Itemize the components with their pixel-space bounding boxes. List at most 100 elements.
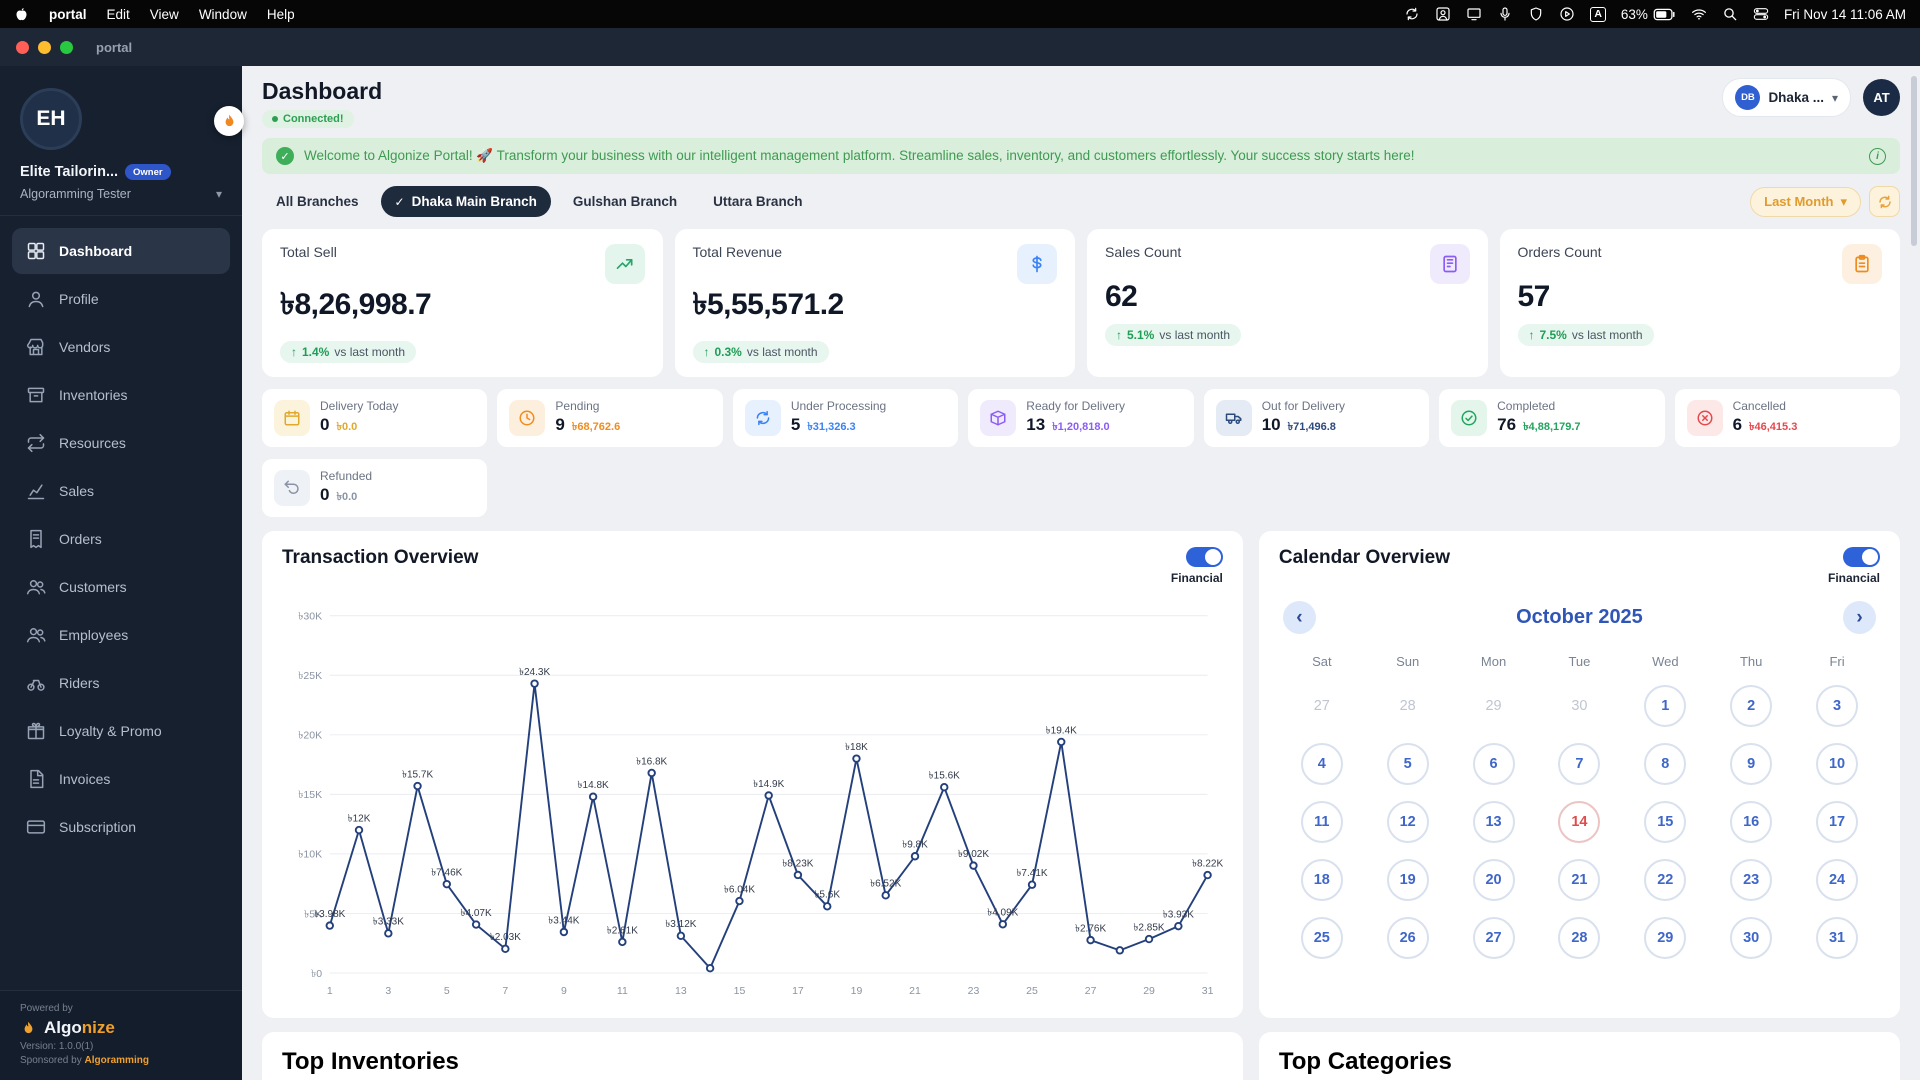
calendar-day[interactable]: 4 — [1300, 743, 1343, 785]
svg-text:11: 11 — [617, 985, 628, 997]
org-avatar[interactable]: EH — [20, 88, 82, 150]
sidebar-item-resources[interactable]: Resources — [12, 420, 230, 466]
sidebar-item-customers[interactable]: Customers — [12, 564, 230, 610]
calendar-day[interactable]: 5 — [1386, 743, 1429, 785]
account-switcher[interactable]: Algoramming Tester ▾ — [20, 187, 222, 201]
calendar-day[interactable]: 13 — [1472, 801, 1515, 843]
sidebar-profile: EH Elite Tailorin... Owner Algoramming T… — [0, 66, 242, 216]
branch-selector-dropdown[interactable]: DB Dhaka ... ▾ — [1722, 78, 1851, 117]
calendar-prev-button[interactable]: ‹ — [1282, 601, 1316, 634]
user-box-icon[interactable] — [1435, 6, 1451, 22]
calendar-day[interactable]: 29 — [1644, 917, 1687, 959]
play-circle-icon[interactable] — [1559, 6, 1575, 22]
svg-text:৳19.4K: ৳19.4K — [1046, 725, 1077, 736]
info-icon[interactable]: i — [1869, 147, 1886, 165]
close-button[interactable] — [16, 40, 29, 54]
svg-text:15: 15 — [734, 985, 746, 997]
calendar-overview-panel: Calendar Overview Financial ‹ October 20… — [1258, 531, 1900, 1018]
calendar-day[interactable]: 22 — [1644, 859, 1687, 901]
calendar-day[interactable]: 27 — [1472, 917, 1515, 959]
sidebar-item-inventories[interactable]: Inventories — [12, 372, 230, 418]
financial-toggle[interactable] — [1843, 547, 1880, 567]
display-icon[interactable] — [1466, 6, 1482, 22]
input-source-icon[interactable]: A — [1590, 6, 1606, 22]
minimize-button[interactable] — [38, 40, 51, 54]
sidebar-collapse-button[interactable] — [214, 106, 244, 136]
calendar-day[interactable]: 1 — [1644, 685, 1687, 727]
calendar-next-button[interactable]: › — [1843, 601, 1876, 634]
refresh-button[interactable] — [1869, 186, 1900, 217]
calendar-day[interactable]: 11 — [1300, 801, 1343, 843]
branch-tabs-row: All Branches ✓ Dhaka Main Branch Gulshan … — [262, 186, 1900, 217]
svg-text:23: 23 — [968, 985, 980, 997]
calendar-day[interactable]: 23 — [1730, 859, 1773, 901]
calendar-day[interactable]: 16 — [1730, 801, 1773, 843]
status-card-pending: Pending 9 ৳68,762.6 — [497, 389, 723, 447]
branch-tab-gulshan-branch[interactable]: Gulshan Branch — [559, 186, 691, 217]
calendar-day[interactable]: 18 — [1300, 859, 1343, 901]
calendar-day[interactable]: 12 — [1386, 801, 1429, 843]
scrollbar[interactable] — [1911, 76, 1917, 246]
calendar-day[interactable]: 21 — [1558, 859, 1601, 901]
battery-indicator[interactable]: 63% — [1621, 7, 1676, 22]
control-center-icon[interactable] — [1753, 6, 1769, 22]
app-menu[interactable]: portal — [49, 7, 87, 22]
calendar-day[interactable]: 31 — [1816, 917, 1859, 959]
branch-tab-all-branches[interactable]: All Branches — [262, 186, 373, 217]
calendar-day[interactable]: 20 — [1472, 859, 1515, 901]
menu-item-window[interactable]: Window — [199, 7, 247, 22]
sidebar-item-employees[interactable]: Employees — [12, 612, 230, 658]
apple-menu-icon[interactable] — [14, 6, 29, 23]
calendar-day[interactable]: 3 — [1816, 685, 1859, 727]
menu-item-edit[interactable]: Edit — [107, 7, 130, 22]
branch-tab-uttara-branch[interactable]: Uttara Branch — [699, 186, 816, 217]
sidebar-item-orders[interactable]: Orders — [12, 516, 230, 562]
grid-icon — [26, 241, 46, 261]
period-filter-dropdown[interactable]: Last Month ▾ — [1750, 186, 1861, 217]
shield-icon[interactable] — [1528, 6, 1544, 22]
calendar-day[interactable]: 2 — [1730, 685, 1773, 727]
search-icon[interactable] — [1722, 6, 1738, 22]
calendar-day[interactable]: 17 — [1816, 801, 1859, 843]
calendar-day[interactable]: 19 — [1386, 859, 1429, 901]
page-title: Dashboard — [262, 78, 383, 104]
calendar-day[interactable]: 9 — [1730, 743, 1773, 785]
calendar-day[interactable]: 30 — [1730, 917, 1773, 959]
card-icon — [26, 817, 46, 837]
calendar-day[interactable]: 25 — [1300, 917, 1343, 959]
sidebar-item-loyalty-promo[interactable]: Loyalty & Promo — [12, 708, 230, 754]
mic-icon[interactable] — [1497, 6, 1513, 22]
sidebar-item-dashboard[interactable]: Dashboard — [12, 228, 230, 274]
menu-item-view[interactable]: View — [150, 7, 179, 22]
sidebar-item-vendors[interactable]: Vendors — [12, 324, 230, 370]
calendar-day[interactable]: 26 — [1386, 917, 1429, 959]
calendar-day[interactable]: 6 — [1472, 743, 1515, 785]
menu-item-help[interactable]: Help — [267, 7, 295, 22]
sync-icon[interactable] — [1404, 6, 1420, 22]
refund-icon — [274, 470, 310, 506]
calendar-day[interactable]: 24 — [1816, 859, 1859, 901]
svg-text:৳2.76K: ৳2.76K — [1075, 924, 1106, 935]
zoom-button[interactable] — [60, 40, 73, 54]
financial-toggle[interactable] — [1185, 547, 1223, 567]
sidebar-item-subscription[interactable]: Subscription — [12, 804, 230, 850]
calendar-day-today[interactable]: 14 — [1558, 801, 1601, 843]
section-title-transactions: Transaction Overview — [282, 547, 479, 568]
calendar-day[interactable]: 28 — [1558, 917, 1601, 959]
status-count: 10 — [1261, 415, 1281, 434]
sidebar-item-riders[interactable]: Riders — [12, 660, 230, 706]
menu-bar-clock[interactable]: Fri Nov 14 11:06 AM — [1784, 7, 1906, 22]
calendar-day[interactable]: 8 — [1644, 743, 1687, 785]
calendar-day[interactable]: 10 — [1816, 743, 1859, 785]
calendar-day[interactable]: 15 — [1644, 801, 1687, 843]
branch-tab-dhaka-main-branch[interactable]: ✓ Dhaka Main Branch — [380, 186, 551, 217]
sidebar-item-sales[interactable]: Sales — [12, 468, 230, 514]
calendar-day-header: Mon — [1480, 654, 1507, 669]
svg-text:৳6.52K: ৳6.52K — [870, 879, 901, 890]
svg-text:৳30K: ৳30K — [298, 611, 322, 623]
wifi-icon[interactable] — [1691, 6, 1707, 22]
user-avatar[interactable]: AT — [1863, 79, 1900, 116]
calendar-day[interactable]: 7 — [1558, 743, 1601, 785]
sidebar-item-profile[interactable]: Profile — [12, 276, 230, 322]
sidebar-item-invoices[interactable]: Invoices — [12, 756, 230, 802]
